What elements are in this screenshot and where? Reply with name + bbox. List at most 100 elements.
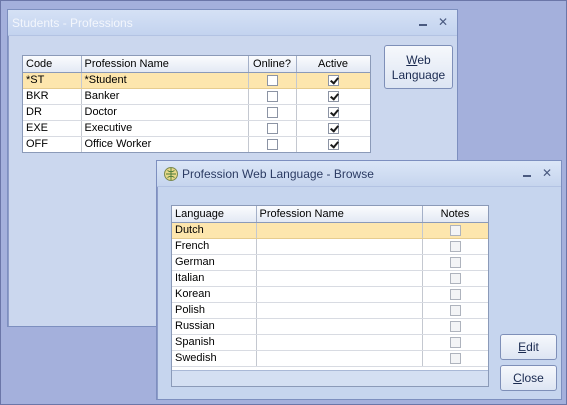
table-row[interactable]: Spanish [172,334,488,351]
web-language-label-rest: eb [417,53,431,67]
minimize-icon[interactable] [415,15,431,29]
table-row[interactable]: Dutch [172,222,488,239]
cell-online [248,120,297,137]
professions-window-title: Students - Professions [12,16,133,30]
table-row[interactable]: Italian [172,270,488,287]
cell-profession-name [256,334,423,351]
languages-header-row: Language Profession Name Notes [172,206,488,223]
notes-checkbox[interactable] [449,288,461,300]
cell-language: French [172,238,257,255]
online-checkbox[interactable] [266,122,278,134]
cell-profession-name: Office Worker [81,136,249,152]
notes-checkbox[interactable] [449,224,461,236]
cell-online [248,104,297,121]
web-language-label-line2: Language [391,68,446,82]
cell-language: Russian [172,318,257,335]
notes-checkbox[interactable] [449,352,461,364]
active-checkbox[interactable] [327,106,339,118]
table-row[interactable]: German [172,254,488,271]
browse-window: Profession Web Language - Browse ✕ Langu… [156,160,562,400]
notes-checkbox[interactable] [449,240,461,252]
cell-notes [422,222,488,239]
cell-profession-name: Banker [81,88,249,105]
cell-notes [422,318,488,335]
languages-grid: Language Profession Name Notes Dutch Fren… [171,205,489,387]
cell-profession-name: *Student [81,72,249,89]
online-checkbox[interactable] [266,138,278,150]
edit-button[interactable]: Edit [500,334,557,360]
browse-window-title: Profession Web Language - Browse [182,167,374,181]
active-checkbox[interactable] [327,122,339,134]
cell-active [296,72,370,89]
close-button[interactable]: Close [500,365,557,391]
cell-notes [422,334,488,351]
professions-table: Code Profession Name Online? Active *ST *… [23,56,370,152]
online-checkbox[interactable] [266,74,278,86]
table-row[interactable]: EXE Executive [23,120,370,137]
close-label-rest: lose [521,371,544,385]
web-language-mnemonic: W [406,53,418,67]
table-row[interactable]: Polish [172,302,488,319]
table-row[interactable]: *ST *Student [23,72,370,89]
cell-active [296,104,370,121]
cell-profession-name [256,318,423,335]
cell-profession-name: Executive [81,120,249,137]
cell-online [248,72,297,89]
languages-table: Language Profession Name Notes Dutch Fren… [172,206,488,367]
notes-checkbox[interactable] [449,336,461,348]
table-row[interactable]: DR Doctor [23,104,370,121]
cell-language: German [172,254,257,271]
cell-notes [422,254,488,271]
cell-notes [422,350,488,367]
minimize-icon[interactable] [519,166,535,180]
cell-language: Polish [172,302,257,319]
cell-code: EXE [23,120,82,137]
table-row[interactable]: French [172,238,488,255]
column-header-notes[interactable]: Notes [422,206,488,223]
cell-online [248,136,297,152]
cell-language: Italian [172,270,257,287]
globe-app-icon [164,167,178,181]
table-row[interactable]: Korean [172,286,488,303]
online-checkbox[interactable] [266,90,278,102]
professions-titlebar: Students - Professions ✕ [8,10,457,36]
online-checkbox[interactable] [266,106,278,118]
grid-footer-strip [172,370,488,386]
table-row[interactable]: Swedish [172,350,488,367]
column-header-code[interactable]: Code [23,56,82,73]
active-checkbox[interactable] [327,90,339,102]
table-row[interactable]: Russian [172,318,488,335]
professions-grid: Code Profession Name Online? Active *ST *… [22,55,371,153]
cell-language: Dutch [172,222,257,239]
column-header-active[interactable]: Active [296,56,370,73]
table-row[interactable]: OFF Office Worker [23,136,370,152]
web-language-button[interactable]: Web Language [384,45,453,89]
notes-checkbox[interactable] [449,320,461,332]
notes-checkbox[interactable] [449,256,461,268]
edit-label-rest: dit [526,340,539,354]
cell-notes [422,238,488,255]
cell-profession-name [256,286,423,303]
cell-active [296,136,370,152]
cell-online [248,88,297,105]
cell-profession-name [256,238,423,255]
cell-profession-name [256,350,423,367]
cell-language: Swedish [172,350,257,367]
cell-profession-name [256,302,423,319]
close-icon[interactable]: ✕ [435,15,451,29]
column-header-online[interactable]: Online? [248,56,297,73]
column-header-profession-name[interactable]: Profession Name [256,206,423,223]
column-header-profession-name[interactable]: Profession Name [81,56,249,73]
active-checkbox[interactable] [327,74,339,86]
table-row[interactable]: BKR Banker [23,88,370,105]
notes-checkbox[interactable] [449,272,461,284]
cell-active [296,120,370,137]
column-header-language[interactable]: Language [172,206,257,223]
active-checkbox[interactable] [327,138,339,150]
notes-checkbox[interactable] [449,304,461,316]
cell-language: Korean [172,286,257,303]
cell-profession-name [256,254,423,271]
browse-titlebar: Profession Web Language - Browse ✕ [157,161,561,187]
cell-code: *ST [23,72,82,89]
close-icon[interactable]: ✕ [539,166,555,180]
